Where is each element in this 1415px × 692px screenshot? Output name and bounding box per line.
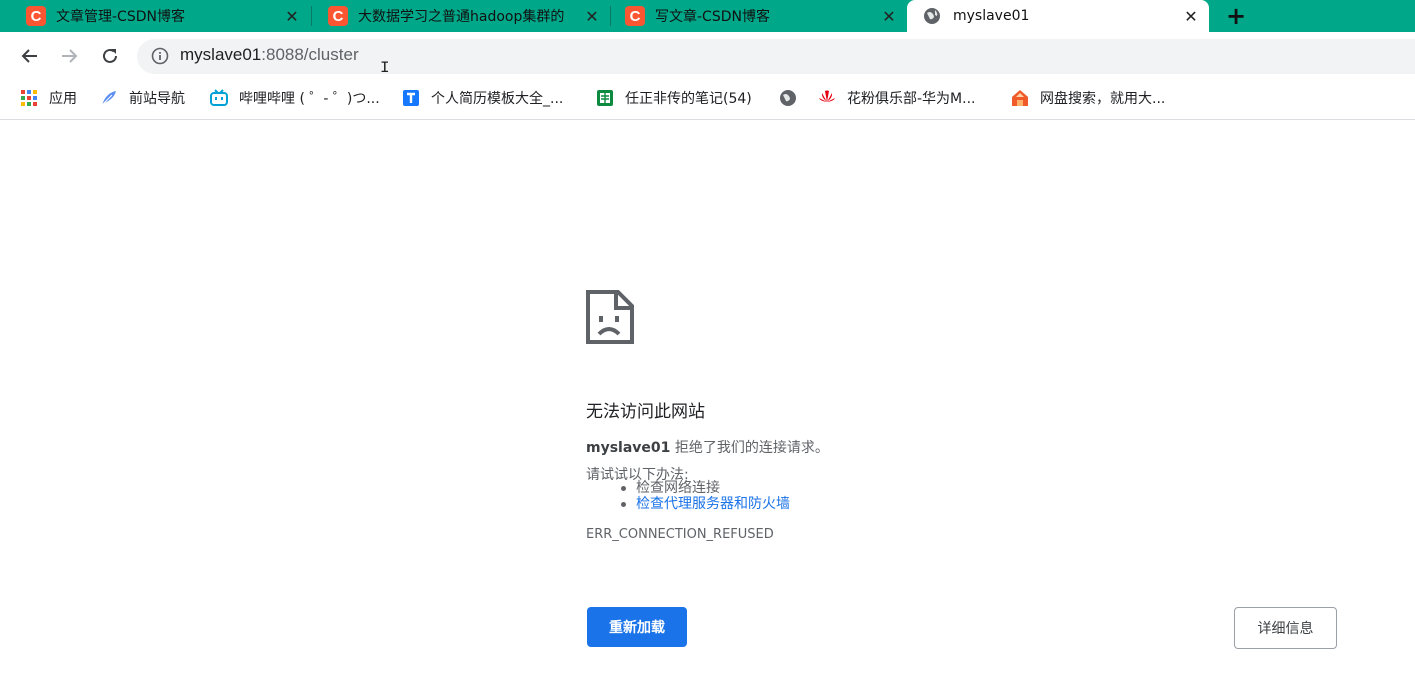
tab-hadoop-cluster[interactable]: C 大数据学习之普通hadoop集群的 ✕ [302,0,610,32]
tab-title: 写文章-CSDN博客 [655,9,770,25]
bookmark-label: 前站导航 [129,91,185,107]
csdn-favicon-icon: C [625,6,645,26]
bookmark-label: 网盘搜索，就用大... [1040,91,1166,107]
bookmark-globe[interactable] [779,86,808,110]
error-host: myslave01 [586,440,671,456]
forward-button[interactable] [55,42,83,70]
bilibili-icon [210,89,228,106]
suggestion-check-proxy-link[interactable]: 检查代理服务器和防火墙 [618,496,790,512]
url-text[interactable]: myslave01:8088/cluster [180,45,359,65]
suggestion-check-network: 检查网络连接 [618,480,790,496]
apps-grid-icon [21,90,37,106]
tab-article-manage[interactable]: C 文章管理-CSDN博客 ✕ [0,0,310,32]
feather-icon [101,91,116,106]
back-button[interactable] [16,42,44,70]
globe-icon [780,90,796,106]
tab-title: myslave01 [953,8,1030,24]
reload-button[interactable]: 重新加载 [587,607,687,647]
url-host: myslave01 [180,45,262,64]
bookmark-notes[interactable]: 任正非传的笔记(54) [596,86,752,110]
tab-title: 文章管理-CSDN博客 [56,9,185,25]
new-tab-button[interactable]: + [1222,2,1250,30]
text-cursor-icon: I [380,59,390,77]
bookmark-label: 花粉俱乐部-华为M... [847,91,976,107]
tab-myslave01[interactable]: myslave01 ✕ [907,0,1209,32]
tab-write-article[interactable]: C 写文章-CSDN博客 ✕ [599,0,907,32]
tab-title: 大数据学习之普通hadoop集群的 [358,9,565,25]
sad-page-icon [586,290,634,344]
resume-icon [403,90,419,106]
bookmark-bilibili[interactable]: 哔哩哔哩 ( ゜- ゜)つ... [210,86,380,110]
error-title: 无法访问此网站 [586,402,705,422]
bookmark-apps[interactable]: 应用 [20,86,77,110]
error-message: myslave01 拒绝了我们的连接请求。 [586,437,829,457]
close-icon[interactable]: ✕ [282,6,302,26]
globe-icon [924,8,940,24]
csdn-favicon-icon: C [26,6,46,26]
suggestion-list: 检查网络连接 检查代理服务器和防火墙 [618,480,790,512]
bookmark-nav[interactable]: 前站导航 [100,86,185,110]
url-path: :8088/cluster [261,45,359,64]
error-code: ERR_CONNECTION_REFUSED [586,527,774,542]
close-icon[interactable]: ✕ [1181,6,1201,26]
notes-icon [597,90,613,106]
arrow-left-icon [21,49,37,63]
bookmark-huawei[interactable]: 花粉俱乐部-华为M... [818,86,975,110]
details-button[interactable]: 详细信息 [1234,607,1337,649]
info-icon[interactable] [150,46,170,66]
search-cloud-icon [1012,90,1028,106]
close-icon[interactable]: ✕ [879,6,899,26]
arrow-right-icon [62,49,78,63]
bookmark-label: 应用 [49,91,77,107]
bookmark-label: 任正非传的笔记(54) [625,91,752,107]
refresh-icon [103,48,117,63]
csdn-favicon-icon: C [328,6,348,26]
bookmark-label: 哔哩哔哩 ( ゜- ゜)つ... [239,91,380,107]
error-message-text: 拒绝了我们的连接请求。 [670,440,829,456]
reload-toolbar-button[interactable] [96,42,124,70]
bookmark-pan-search[interactable]: 网盘搜索，就用大... [1011,86,1165,110]
bookmark-resume[interactable]: 个人简历模板大全_... [402,86,563,110]
bookmark-label: 个人简历模板大全_... [431,91,564,107]
huawei-icon [819,90,835,102]
